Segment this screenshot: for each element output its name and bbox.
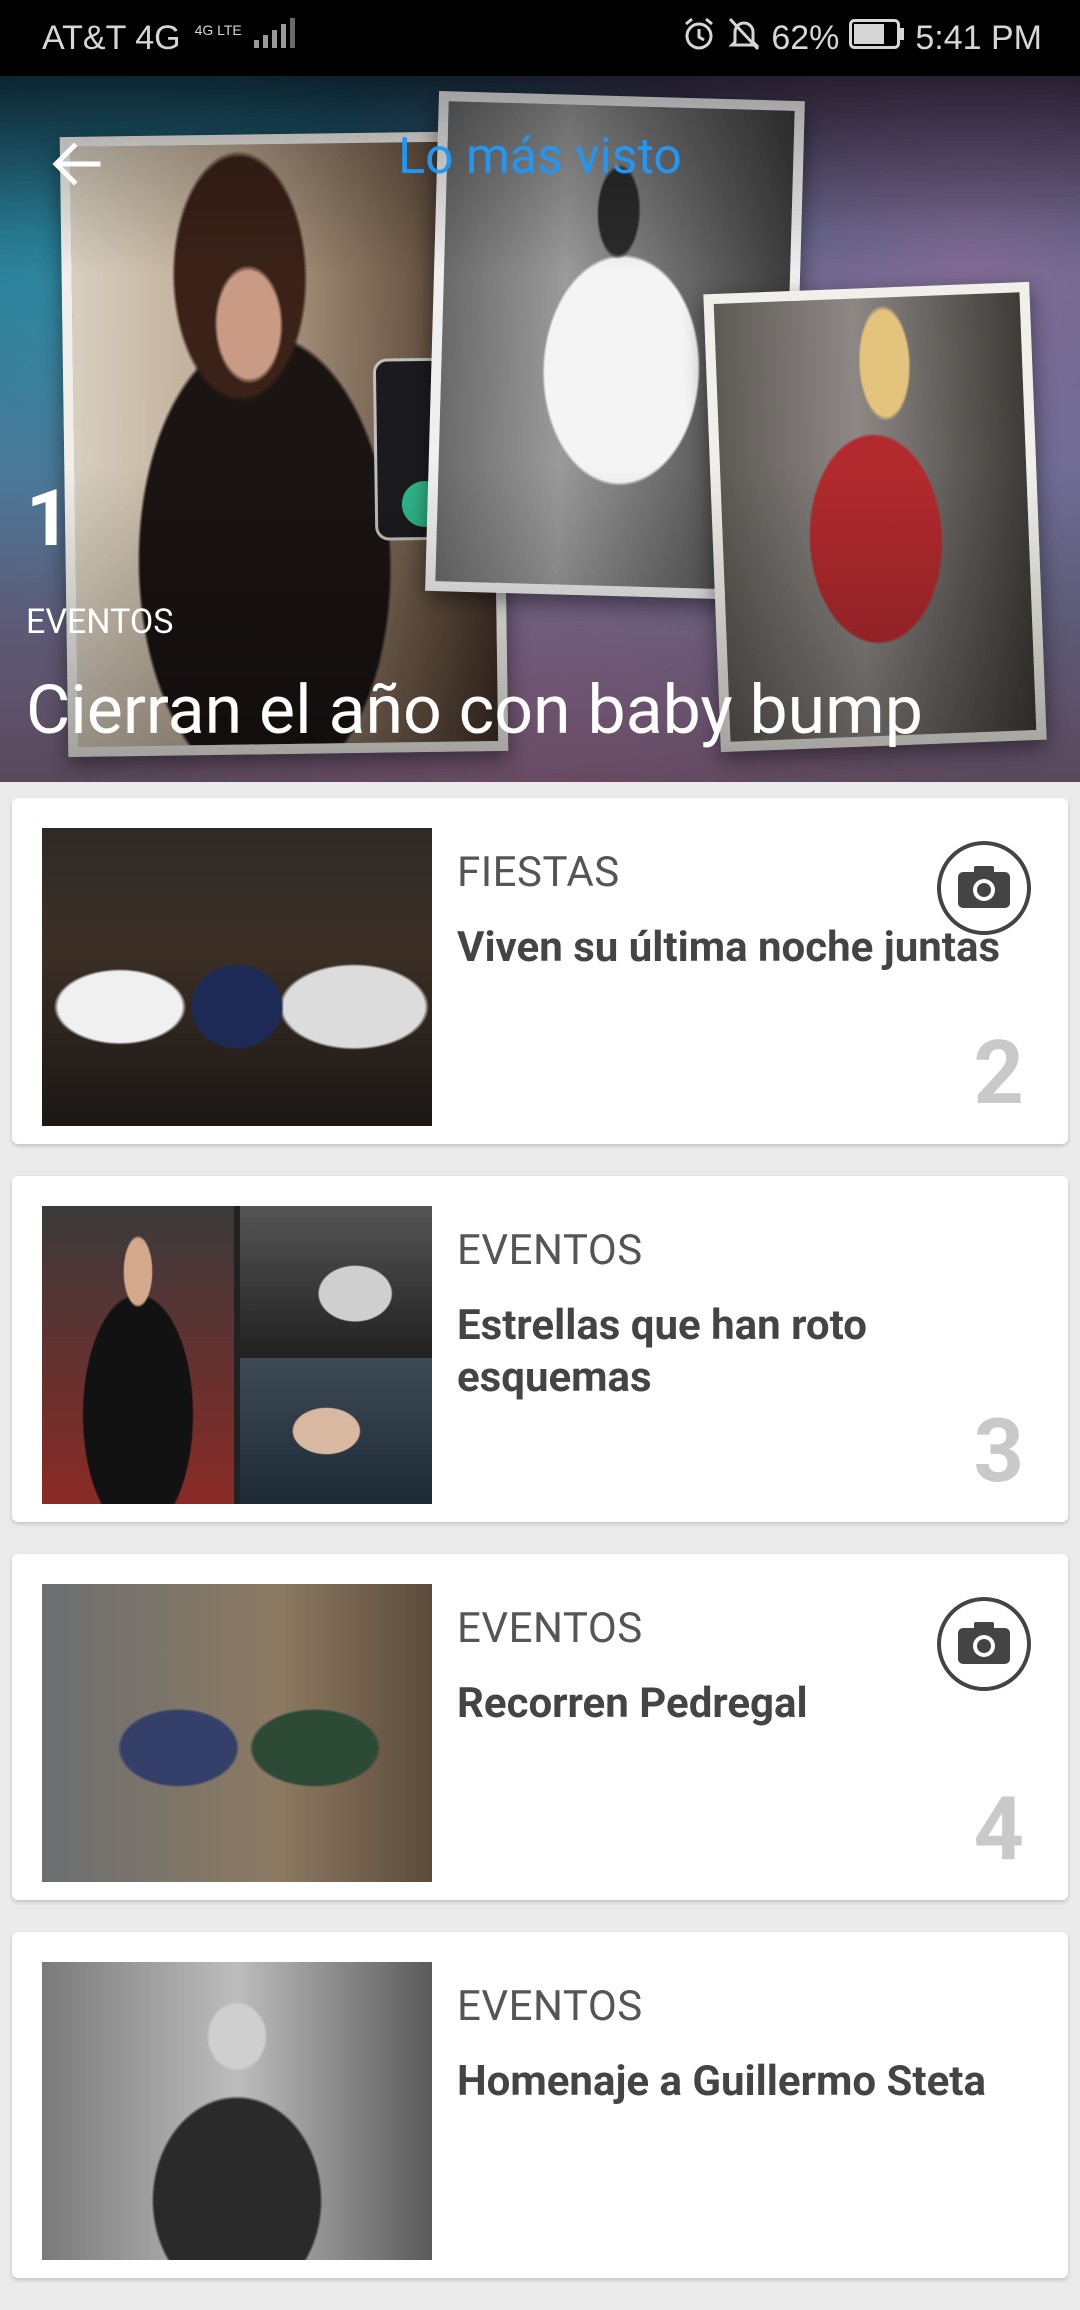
- article-card[interactable]: FIESTAS Viven su última noche juntas 2: [12, 798, 1068, 1144]
- article-thumbnail: [42, 1206, 432, 1504]
- article-category: EVENTOS: [457, 1226, 643, 1275]
- article-thumbnail: [42, 1584, 432, 1882]
- article-category: FIESTAS: [457, 848, 620, 897]
- clock: 5:41 PM: [915, 18, 1042, 57]
- camera-icon: [936, 1596, 1032, 1692]
- battery-percent: 62%: [771, 18, 840, 57]
- article-card[interactable]: EVENTOS Homenaje a Guillermo Steta: [12, 1932, 1068, 2278]
- article-category: EVENTOS: [457, 1982, 643, 2031]
- article-title[interactable]: Homenaje a Guillermo Steta: [457, 2056, 1047, 2108]
- article-card[interactable]: EVENTOS Recorren Pedregal 4: [12, 1554, 1068, 1900]
- article-rank: 2: [973, 1022, 1025, 1125]
- hero-headline[interactable]: Cierran el año con baby bump: [26, 670, 923, 750]
- camera-icon: [936, 840, 1032, 936]
- article-rank: 4: [973, 1778, 1025, 1881]
- battery-icon: [849, 18, 905, 58]
- hero-rank: 1: [26, 474, 71, 565]
- article-rank: 3: [973, 1400, 1025, 1503]
- bell-off-icon: [727, 16, 761, 61]
- carrier-label: AT&T 4G: [42, 18, 181, 57]
- article-thumbnail: [42, 828, 432, 1126]
- article-category: EVENTOS: [457, 1604, 643, 1653]
- article-list: FIESTAS Viven su última noche juntas 2 E…: [12, 798, 1068, 2310]
- article-thumbnail: [42, 1962, 432, 2260]
- signal-icon: [252, 17, 296, 59]
- network-type-label: 4G LTE: [194, 22, 242, 38]
- article-title[interactable]: Estrellas que han roto esquemas: [457, 1300, 1047, 1404]
- article-card[interactable]: EVENTOS Estrellas que han roto esquemas …: [12, 1176, 1068, 1522]
- hero-banner[interactable]: Lo más visto 1 EVENTOS Cierran el año co…: [0, 76, 1080, 782]
- hero-category: EVENTOS: [26, 602, 174, 642]
- status-bar: AT&T 4G 4G LTE 62% 5:41 PM: [0, 0, 1080, 76]
- alarm-icon: [681, 16, 717, 61]
- page-title: Lo más visto: [398, 128, 682, 186]
